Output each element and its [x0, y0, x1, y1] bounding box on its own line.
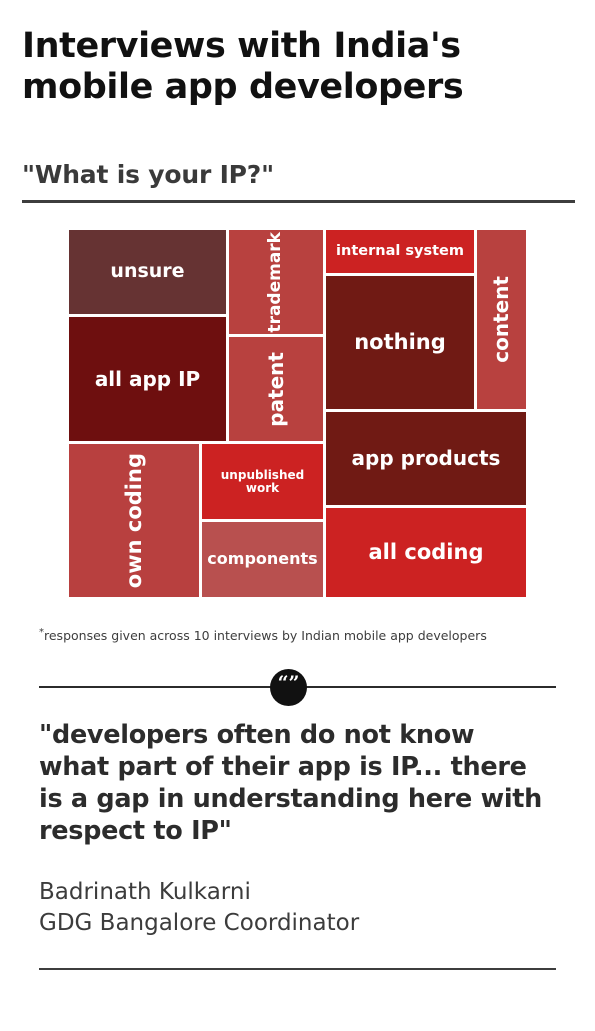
treemap-cell-label: unpublished work — [220, 467, 305, 495]
page-subtitle: "What is your IP?" — [22, 160, 274, 189]
footnote-text: responses given across 10 interviews by … — [44, 628, 487, 644]
treemap-cell[interactable]: patent — [229, 337, 323, 441]
quote-mark-badge: “” — [270, 669, 307, 706]
treemap-cell[interactable]: trademark — [229, 230, 323, 334]
treemap-cell[interactable]: unpublished work — [202, 444, 323, 519]
treemap-cell-label: internal system — [336, 242, 464, 259]
treemap-cell[interactable]: components — [202, 522, 323, 597]
treemap-cell[interactable]: own coding — [69, 444, 199, 597]
quote-author-role: GDG Bangalore Coordinator — [39, 909, 360, 936]
infographic-page: Interviews with India's mobile app devel… — [0, 0, 595, 1031]
treemap-cell-label: own coding — [121, 452, 146, 589]
chart-footnote: *responses given across 10 interviews by… — [39, 627, 559, 643]
treemap-cell-label: content — [489, 276, 513, 363]
treemap-cell[interactable]: all app IP — [69, 317, 226, 441]
treemap-cell-label: patent — [263, 351, 288, 427]
treemap-cell[interactable]: content — [477, 230, 526, 409]
treemap-cell[interactable]: nothing — [326, 276, 474, 409]
treemap-cell[interactable]: app products — [326, 412, 526, 505]
quote-attribution: Badrinath Kulkarni GDG Bangalore Coordin… — [39, 877, 551, 938]
treemap-chart: unsure all app IP own coding trademark paten… — [69, 230, 526, 597]
treemap-cell[interactable]: all coding — [326, 508, 526, 597]
treemap-cell-label: components — [207, 549, 318, 569]
page-title: Interviews with India's mobile app devel… — [22, 26, 464, 107]
treemap-cell[interactable]: unsure — [69, 230, 226, 314]
treemap-cell-label: app products — [351, 446, 501, 470]
header-divider — [22, 200, 575, 203]
quote-marks-icon: “” — [277, 672, 300, 694]
treemap-cell-label: unsure — [110, 260, 185, 283]
pull-quote: "developers often do not know what part … — [39, 720, 543, 847]
treemap-cell-label: trademark — [265, 231, 286, 333]
treemap-cell[interactable]: internal system — [326, 230, 474, 273]
quote-author: Badrinath Kulkarni — [39, 879, 251, 905]
treemap-cell-label: all app IP — [94, 366, 201, 391]
treemap-cell-label: nothing — [354, 330, 446, 355]
treemap-cell-label: all coding — [368, 540, 484, 565]
footer-divider — [39, 968, 556, 970]
